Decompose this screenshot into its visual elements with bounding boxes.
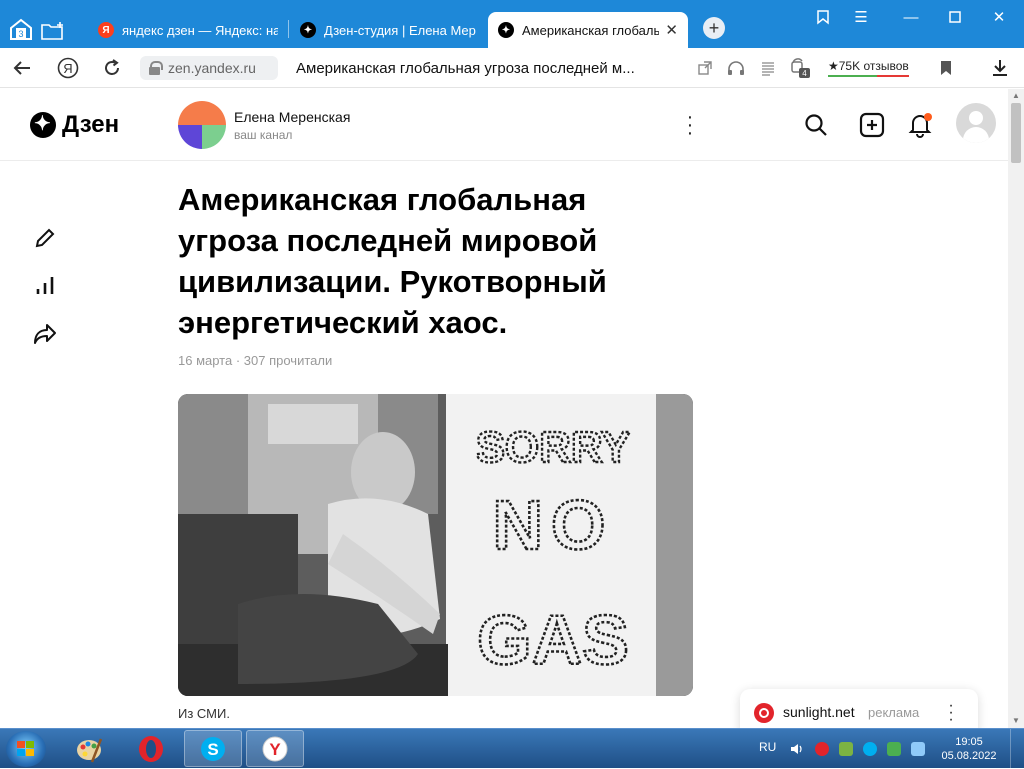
channel-name[interactable]: Елена Меренская bbox=[234, 109, 350, 125]
start-button[interactable] bbox=[6, 731, 46, 767]
folder-add-icon[interactable] bbox=[40, 18, 66, 44]
share-arrow-icon[interactable] bbox=[32, 321, 58, 347]
maximize-icon[interactable] bbox=[940, 6, 970, 28]
share-link-icon[interactable] bbox=[693, 56, 717, 80]
download-icon[interactable] bbox=[988, 56, 1012, 80]
language-indicator[interactable]: RU bbox=[759, 740, 776, 754]
page-content: Дзен Елена Меренская ваш канал ··· Амери… bbox=[0, 89, 1008, 728]
ad-widget[interactable]: sunlight.net реклама · · · bbox=[740, 689, 978, 728]
channel-avatar[interactable] bbox=[178, 101, 226, 149]
collections-icon[interactable] bbox=[808, 6, 838, 28]
address-page-title: Американская глобальная угроза последней… bbox=[296, 60, 635, 77]
url-field[interactable]: zen.yandex.ru bbox=[140, 56, 278, 80]
minimize-icon[interactable]: — bbox=[896, 6, 926, 28]
user-avatar[interactable] bbox=[956, 103, 996, 143]
ad-label: реклама bbox=[868, 705, 920, 720]
skype-app-icon[interactable]: S bbox=[184, 730, 242, 767]
channel-menu-icon[interactable]: · · · bbox=[684, 107, 696, 143]
reader-mode-icon[interactable] bbox=[756, 56, 780, 80]
vertical-scrollbar[interactable]: ▲ ▼ bbox=[1008, 89, 1024, 728]
tabs-home-icon: 3 bbox=[10, 18, 32, 40]
article-title: Американская глобальная угроза последней… bbox=[178, 182, 607, 340]
tab-article-active[interactable]: ✦ Американская глобальна ✕ bbox=[488, 12, 688, 48]
zen-logo[interactable]: Дзен bbox=[30, 111, 119, 139]
windows-taskbar: S Y RU 19:05 05.08.2022 bbox=[0, 728, 1024, 769]
new-tab-button[interactable]: + bbox=[703, 17, 725, 39]
zen-icon: ✦ bbox=[300, 22, 316, 38]
yandex-icon: Я bbox=[98, 22, 114, 38]
article-side-tools bbox=[32, 225, 58, 369]
search-icon[interactable] bbox=[802, 111, 830, 139]
address-bar: Я zen.yandex.ru Американская глобальная … bbox=[0, 48, 1024, 88]
svg-text:Y: Y bbox=[269, 740, 281, 759]
lock-icon bbox=[149, 61, 163, 75]
stats-icon[interactable] bbox=[32, 273, 58, 299]
channel-subtitle: ваш канал bbox=[234, 128, 293, 142]
svg-text:Я: Я bbox=[63, 61, 72, 76]
create-post-icon[interactable] bbox=[858, 111, 886, 139]
headphones-icon[interactable] bbox=[724, 56, 748, 80]
zen-icon: ✦ bbox=[498, 22, 514, 38]
zen-logo-icon bbox=[30, 111, 56, 138]
no-gas-sign-text: SORRY NO GAS bbox=[474, 422, 631, 680]
svg-text:SORRY: SORRY bbox=[476, 423, 631, 472]
volume-icon[interactable] bbox=[790, 742, 804, 756]
image-caption: Из СМИ. bbox=[178, 706, 230, 721]
opera-tray-icon[interactable] bbox=[815, 742, 829, 756]
ad-menu-icon[interactable]: · · · bbox=[946, 698, 956, 728]
close-tab-icon[interactable]: ✕ bbox=[665, 21, 678, 39]
reload-icon[interactable] bbox=[100, 56, 124, 80]
edit-pencil-icon[interactable] bbox=[32, 225, 58, 251]
display-icon[interactable] bbox=[911, 742, 925, 756]
tray-app-icon[interactable] bbox=[839, 742, 853, 756]
show-desktop-button[interactable] bbox=[1010, 729, 1024, 769]
svg-text:NO: NO bbox=[493, 486, 614, 564]
scroll-down-icon[interactable]: ▼ bbox=[1011, 716, 1021, 726]
article-image[interactable]: SORRY NO GAS bbox=[178, 394, 693, 696]
tab-yandex-search[interactable]: Я яндекс дзен — Яндекс: на bbox=[88, 12, 288, 48]
scroll-up-icon[interactable]: ▲ bbox=[1011, 91, 1021, 101]
notifications-bell-icon[interactable] bbox=[906, 111, 934, 139]
yandex-button[interactable]: Я bbox=[56, 56, 80, 80]
reviews-badge[interactable]: ★75K отзывов bbox=[828, 59, 909, 77]
tab-separator bbox=[288, 20, 289, 38]
menu-icon[interactable]: ☰ bbox=[846, 6, 876, 28]
skype-tray-icon[interactable] bbox=[863, 742, 877, 756]
close-window-icon[interactable]: ✕ bbox=[984, 6, 1014, 28]
article-meta: 16 марта · 307 прочитали bbox=[178, 353, 333, 368]
network-icon[interactable] bbox=[887, 742, 901, 756]
zen-header: Дзен Елена Меренская ваш канал ··· bbox=[0, 89, 1008, 161]
paint-app-icon[interactable] bbox=[60, 730, 118, 767]
svg-text:GAS: GAS bbox=[477, 601, 629, 679]
tab-zen-studio[interactable]: ✦ Дзен-студия | Елена Мере bbox=[290, 12, 486, 48]
ad-site-name[interactable]: sunlight.net bbox=[783, 704, 855, 720]
bookmark-icon[interactable] bbox=[934, 56, 958, 80]
svg-text:S: S bbox=[207, 740, 218, 759]
tabs-overview-button[interactable]: 3 bbox=[8, 16, 34, 42]
yandex-browser-app-icon[interactable]: Y bbox=[246, 730, 304, 767]
clock[interactable]: 19:05 05.08.2022 bbox=[938, 735, 1000, 763]
extensions-icon[interactable]: 4 bbox=[788, 56, 812, 80]
svg-text:4: 4 bbox=[802, 69, 807, 78]
windows-logo-icon bbox=[17, 741, 35, 757]
svg-text:3: 3 bbox=[18, 29, 23, 39]
sunlight-logo-icon bbox=[754, 703, 774, 723]
back-arrow-icon[interactable] bbox=[10, 56, 34, 80]
scrollbar-thumb[interactable] bbox=[1011, 103, 1021, 163]
browser-titlebar: 3 Я яндекс дзен — Яндекс: на ✦ Дзен-студ… bbox=[0, 0, 1024, 48]
opera-app-icon[interactable] bbox=[122, 730, 180, 767]
